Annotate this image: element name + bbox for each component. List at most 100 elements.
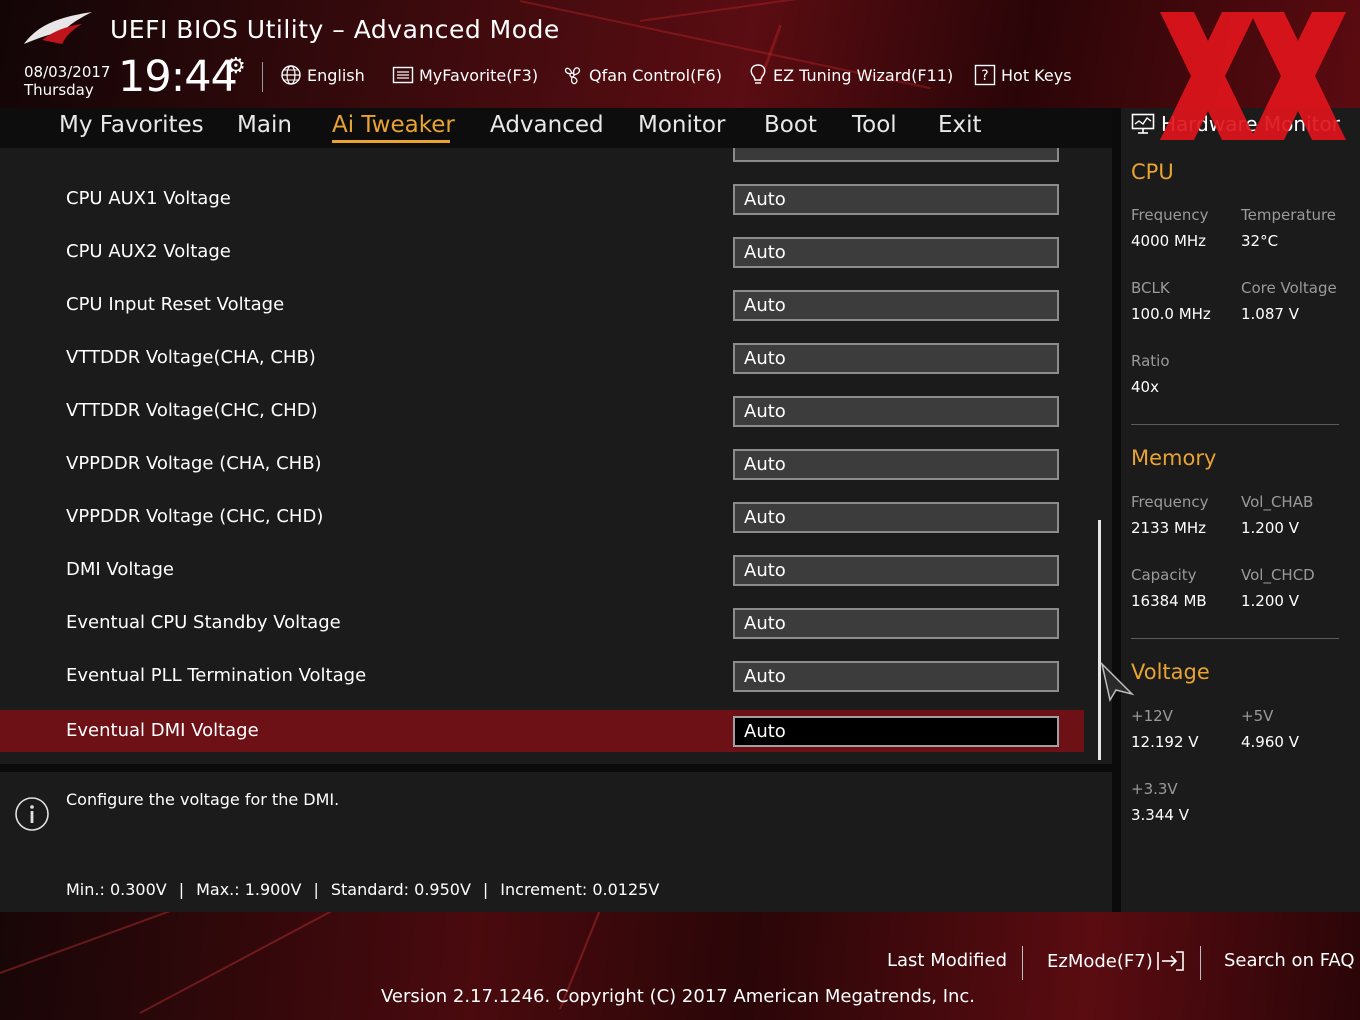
footer-divider <box>1022 946 1023 980</box>
exit-arrow-icon <box>1156 951 1184 971</box>
hot-keys-label: Hot Keys <box>1001 65 1072 85</box>
hot-keys-button[interactable]: ? Hot Keys <box>974 64 1072 86</box>
voltage-section-title: Voltage <box>1131 660 1210 684</box>
increment-value: Increment: 0.0125V <box>500 880 660 899</box>
date-text: 08/03/2017 <box>24 63 111 81</box>
setting-row[interactable]: Eventual CPU Standby Voltage Auto <box>0 602 1084 644</box>
setting-value-field[interactable]: Auto <box>733 716 1059 747</box>
tab-boot[interactable]: Boot <box>764 112 817 138</box>
clock-time: 19:44 <box>118 52 238 102</box>
tab-ai-tweaker[interactable]: Ai Tweaker <box>332 112 455 138</box>
tab-advanced[interactable]: Advanced <box>490 112 604 138</box>
standard-value: Standard: 0.950V <box>330 880 471 899</box>
v33-value: 3.344 V <box>1131 806 1189 824</box>
fan-icon <box>564 67 581 85</box>
range-separator: | <box>178 880 185 899</box>
setting-value-field[interactable]: Auto <box>733 661 1059 692</box>
setting-label: CPU AUX1 Voltage <box>66 188 231 209</box>
ezmode-button[interactable]: EzMode(F7) <box>1047 950 1186 972</box>
v5-value: 4.960 V <box>1241 733 1299 751</box>
app-title: UEFI BIOS Utility – Advanced Mode <box>110 15 560 44</box>
header-bar: UEFI BIOS Utility – Advanced Mode 08/03/… <box>0 0 1360 108</box>
setting-row[interactable]: CPU AUX2 Voltage Auto <box>0 231 1084 273</box>
capacity-value: 16384 MB <box>1131 592 1207 610</box>
ratio-value: 40x <box>1131 378 1159 396</box>
setting-label: VPPDDR Voltage (CHA, CHB) <box>66 453 322 474</box>
footer-divider <box>1200 946 1201 980</box>
core-voltage-value: 1.087 V <box>1241 305 1299 323</box>
range-separator: | <box>313 880 319 899</box>
setting-row[interactable]: DMI Voltage Auto <box>0 549 1084 591</box>
rog-logo-icon <box>24 12 92 44</box>
setting-label: VPPDDR Voltage (CHC, CHD) <box>66 506 324 527</box>
tab-exit[interactable]: Exit <box>938 112 982 138</box>
v12-value: 12.192 V <box>1131 733 1199 751</box>
favorite-list-icon <box>392 66 414 84</box>
last-modified-button[interactable]: Last Modified <box>887 950 1007 971</box>
vol-chcd-value: 1.200 V <box>1241 592 1299 610</box>
setting-row[interactable]: CPU AUX1 Voltage Auto <box>0 178 1084 220</box>
min-value: Min.: 0.300V <box>66 880 167 899</box>
setting-row-selected[interactable]: Eventual DMI Voltage Auto <box>0 710 1084 752</box>
setting-row[interactable]: CPU Input Reset Voltage Auto <box>0 284 1084 326</box>
tab-tool[interactable]: Tool <box>852 112 897 138</box>
setting-label: Eventual PLL Termination Voltage <box>66 665 367 686</box>
footer-bar: Last Modified EzMode(F7) Search on FAQ V… <box>0 912 1360 1020</box>
svg-text:?: ? <box>981 68 988 84</box>
ezmode-label: EzMode(F7) <box>1047 950 1153 972</box>
hardware-monitor-panel: Hardware Monitor CPU Frequency Temperatu… <box>1121 108 1360 912</box>
setting-row[interactable]: VTTDDR Voltage(CHC, CHD) Auto <box>0 390 1084 432</box>
setting-row[interactable]: VPPDDR Voltage (CHC, CHD) Auto <box>0 496 1084 538</box>
decorative-streak <box>639 0 1017 22</box>
setting-value-field[interactable]: Auto <box>733 449 1059 480</box>
clock-settings-gear-icon[interactable]: ⚙ <box>226 54 246 79</box>
setting-value-field[interactable]: Auto <box>733 396 1059 427</box>
day-text: Thursday <box>24 81 94 99</box>
list-scrollbar[interactable] <box>1098 520 1101 760</box>
memory-section-title: Memory <box>1131 446 1217 470</box>
setting-value-field[interactable]: Auto <box>733 608 1059 639</box>
tab-monitor[interactable]: Monitor <box>638 112 725 138</box>
setting-value-field[interactable]: Auto <box>733 184 1059 215</box>
setting-value-field[interactable]: Auto <box>733 290 1059 321</box>
cpu-temperature-label: Temperature <box>1241 206 1337 224</box>
info-icon <box>15 797 49 831</box>
bclk-label: BCLK <box>1131 279 1170 297</box>
date-display: 08/03/2017 Thursday <box>24 63 110 99</box>
decorative-streak <box>0 912 226 974</box>
setting-label: VTTDDR Voltage(CHA, CHB) <box>66 347 316 368</box>
ez-tuning-wizard-button[interactable]: EZ Tuning Wizard(F11) <box>748 64 953 86</box>
myfavorite-button[interactable]: MyFavorite(F3) <box>392 64 538 86</box>
ez-tuning-wizard-label: EZ Tuning Wizard(F11) <box>773 65 954 85</box>
setting-value-field[interactable]: Auto <box>733 237 1059 268</box>
setting-value-field[interactable]: Auto <box>733 343 1059 374</box>
setting-value-field[interactable]: Auto <box>733 555 1059 586</box>
max-value: Max.: 1.900V <box>196 880 302 899</box>
version-text: Version 2.17.1246. Copyright (C) 2017 Am… <box>380 986 976 1007</box>
qfan-control-button[interactable]: Qfan Control(F6) <box>560 64 722 86</box>
setting-row[interactable]: VPPDDR Voltage (CHA, CHB) Auto <box>0 443 1084 485</box>
main-tab-bar: My Favorites Main Ai Tweaker Advanced Mo… <box>0 108 1112 148</box>
active-tab-indicator <box>332 140 450 143</box>
search-on-faq-button[interactable]: Search on FAQ <box>1224 950 1355 971</box>
qfan-control-label: Qfan Control(F6) <box>589 65 722 85</box>
setting-value-field[interactable]: Auto <box>733 502 1059 533</box>
scrolled-setting-field[interactable] <box>733 148 1059 162</box>
setting-label: VTTDDR Voltage(CHC, CHD) <box>66 400 318 421</box>
setting-label: Eventual DMI Voltage <box>66 720 259 741</box>
tab-my-favorites[interactable]: My Favorites <box>59 112 204 138</box>
setting-row[interactable]: Eventual PLL Termination Voltage Auto <box>0 655 1084 697</box>
language-button[interactable]: English <box>280 64 365 86</box>
cpu-temperature-value: 32°C <box>1241 232 1279 250</box>
setting-label: Eventual CPU Standby Voltage <box>66 612 341 633</box>
range-separator: | <box>482 880 489 899</box>
language-label: English <box>307 65 365 85</box>
monitor-icon <box>1131 113 1155 134</box>
section-divider <box>1131 638 1339 639</box>
help-panel: Configure the voltage for the DMI. Min.:… <box>0 772 1112 912</box>
tab-main[interactable]: Main <box>237 112 292 138</box>
help-question-icon: ? <box>974 64 996 86</box>
setting-row[interactable]: VTTDDR Voltage(CHA, CHB) Auto <box>0 337 1084 379</box>
vol-chcd-label: Vol_CHCD <box>1241 566 1315 584</box>
ratio-label: Ratio <box>1131 352 1170 370</box>
